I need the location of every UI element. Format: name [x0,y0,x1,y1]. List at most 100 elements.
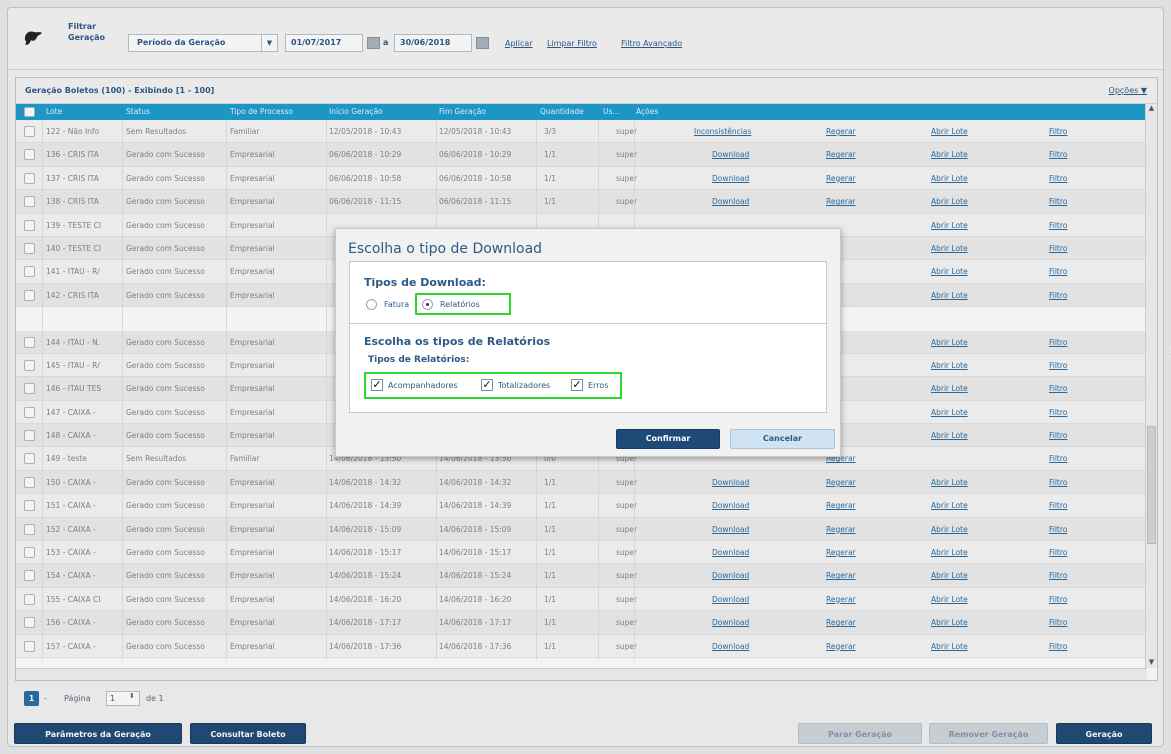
row-action-link[interactable]: Abrir Lote [931,525,968,534]
chevron-down-icon[interactable]: ▼ [261,35,277,51]
row-action-link[interactable]: Abrir Lote [931,127,968,136]
row-action-link[interactable]: Regerar [826,501,856,510]
cancel-button[interactable]: Cancelar [730,429,835,449]
row-action-link[interactable]: Abrir Lote [931,642,968,651]
row-checkbox[interactable] [24,242,35,254]
row-checkbox[interactable] [24,359,35,371]
row-action-link[interactable]: Regerar [826,197,856,206]
remove-button[interactable]: Remover Geração [929,723,1048,744]
col-usuario[interactable]: Us... [603,107,620,116]
radio-fatura-label[interactable]: Fatura [384,300,409,309]
radio-relatorios-label[interactable]: Relatórios [440,300,480,309]
clear-filter-link[interactable]: Limpar Filtro [547,39,597,48]
row-checkbox[interactable] [24,149,35,161]
row-action-link[interactable]: Regerar [826,150,856,159]
row-checkbox[interactable] [24,126,35,137]
checkbox-erros[interactable]: ✓ [571,379,583,391]
table-row[interactable]: 151 - CAIXA - Gerado com Sucesso Empresari… [16,494,1147,518]
table-row[interactable]: 157 - CAIXA - Gerado com Sucesso Empresari… [16,634,1147,658]
confirm-button[interactable]: Confirmar [616,429,720,449]
row-action-link[interactable]: Download [712,548,749,557]
scroll-up-icon[interactable]: ▲ [1147,104,1156,114]
row-action-link[interactable]: Abrir Lote [931,595,968,604]
row-action-link[interactable]: Filtro [1049,478,1067,487]
table-row[interactable]: 156 - CAIXA - Gerado com Sucesso Empresari… [16,611,1147,635]
row-action-link[interactable]: Download [712,197,749,206]
row-action-link[interactable]: Regerar [826,548,856,557]
row-action-link[interactable]: Filtro [1049,197,1067,206]
row-action-link[interactable]: Abrir Lote [931,571,968,580]
row-action-link[interactable]: Download [712,618,749,627]
row-action-link[interactable]: Filtro [1049,454,1067,463]
row-action-link[interactable]: Download [712,174,749,183]
row-checkbox[interactable] [24,172,35,184]
row-checkbox[interactable] [24,196,35,208]
row-checkbox[interactable] [24,430,35,442]
row-action-link[interactable]: Abrir Lote [931,384,968,393]
row-action-link[interactable]: Abrir Lote [931,197,968,206]
row-action-link[interactable]: Abrir Lote [931,478,968,487]
row-checkbox[interactable] [24,570,35,582]
row-action-link[interactable]: Filtro [1049,127,1067,136]
date-from-input[interactable]: 01/07/2017 [285,34,363,52]
stop-button[interactable]: Parar Geração [798,723,922,744]
row-action-link[interactable]: Download [712,642,749,651]
row-checkbox[interactable] [24,289,35,301]
row-checkbox[interactable] [24,523,35,535]
row-action-link[interactable]: Abrir Lote [931,244,968,253]
table-row[interactable]: 153 - CAIXA - Gerado com Sucesso Empresari… [16,541,1147,565]
checkbox-acompanhadores[interactable]: ✓ [371,379,383,391]
period-select[interactable]: Período da Geração ▼ [128,34,278,52]
generate-button[interactable]: Geração [1056,723,1152,744]
scroll-down-icon[interactable]: ▼ [1147,658,1156,668]
row-checkbox[interactable] [24,453,35,465]
vertical-scrollbar[interactable]: ▲ ▼ [1145,104,1157,668]
row-checkbox[interactable] [24,593,35,605]
row-action-link[interactable]: Inconsistências [694,127,751,136]
table-row[interactable]: 154 - CAIXA - Gerado com Sucesso Empresari… [16,564,1147,588]
row-action-link[interactable]: Regerar [826,618,856,627]
row-action-link[interactable]: Abrir Lote [931,361,968,370]
col-lote[interactable]: Lote [46,107,62,116]
row-action-link[interactable]: Filtro [1049,244,1067,253]
row-action-link[interactable]: Filtro [1049,548,1067,557]
row-action-link[interactable]: Download [712,150,749,159]
scroll-thumb[interactable] [1147,426,1156,544]
row-action-link[interactable]: Filtro [1049,525,1067,534]
row-action-link[interactable]: Download [712,525,749,534]
row-action-link[interactable]: Abrir Lote [931,618,968,627]
row-action-link[interactable]: Download [712,595,749,604]
row-action-link[interactable]: Filtro [1049,501,1067,510]
row-checkbox[interactable] [24,383,35,395]
radio-fatura[interactable] [366,299,377,310]
row-checkbox[interactable] [24,266,35,278]
col-fim[interactable]: Fim Geração [439,107,486,116]
col-acoes[interactable]: Ações [636,107,658,116]
checkbox-totalizadores[interactable]: ✓ [481,379,493,391]
table-row[interactable]: 155 - CAIXA CI Gerado com Sucesso Empresar… [16,587,1147,612]
row-action-link[interactable]: Regerar [826,642,856,651]
row-action-link[interactable]: Abrir Lote [931,174,968,183]
calendar-icon[interactable] [367,37,380,49]
row-action-link[interactable]: Abrir Lote [931,548,968,557]
checkbox-erros-label[interactable]: Erros [588,381,608,390]
params-button[interactable]: Parâmetros da Geração [14,723,182,744]
row-action-link[interactable]: Filtro [1049,361,1067,370]
row-action-link[interactable]: Abrir Lote [931,291,968,300]
calendar-icon[interactable] [476,37,489,49]
row-checkbox[interactable] [24,406,35,418]
row-action-link[interactable]: Regerar [826,571,856,580]
row-action-link[interactable]: Download [712,571,749,580]
row-checkbox[interactable] [24,500,35,512]
select-all-checkbox[interactable] [24,107,35,117]
row-action-link[interactable]: Regerar [826,525,856,534]
row-action-link[interactable]: Filtro [1049,595,1067,604]
page-stepper-icon[interactable]: ⬍ [129,692,135,700]
row-action-link[interactable]: Filtro [1049,150,1067,159]
row-action-link[interactable]: Filtro [1049,431,1067,440]
row-checkbox[interactable] [24,640,35,652]
row-action-link[interactable]: Regerar [826,595,856,604]
row-action-link[interactable]: Abrir Lote [931,338,968,347]
row-action-link[interactable]: Abrir Lote [931,150,968,159]
row-checkbox[interactable] [24,547,35,559]
